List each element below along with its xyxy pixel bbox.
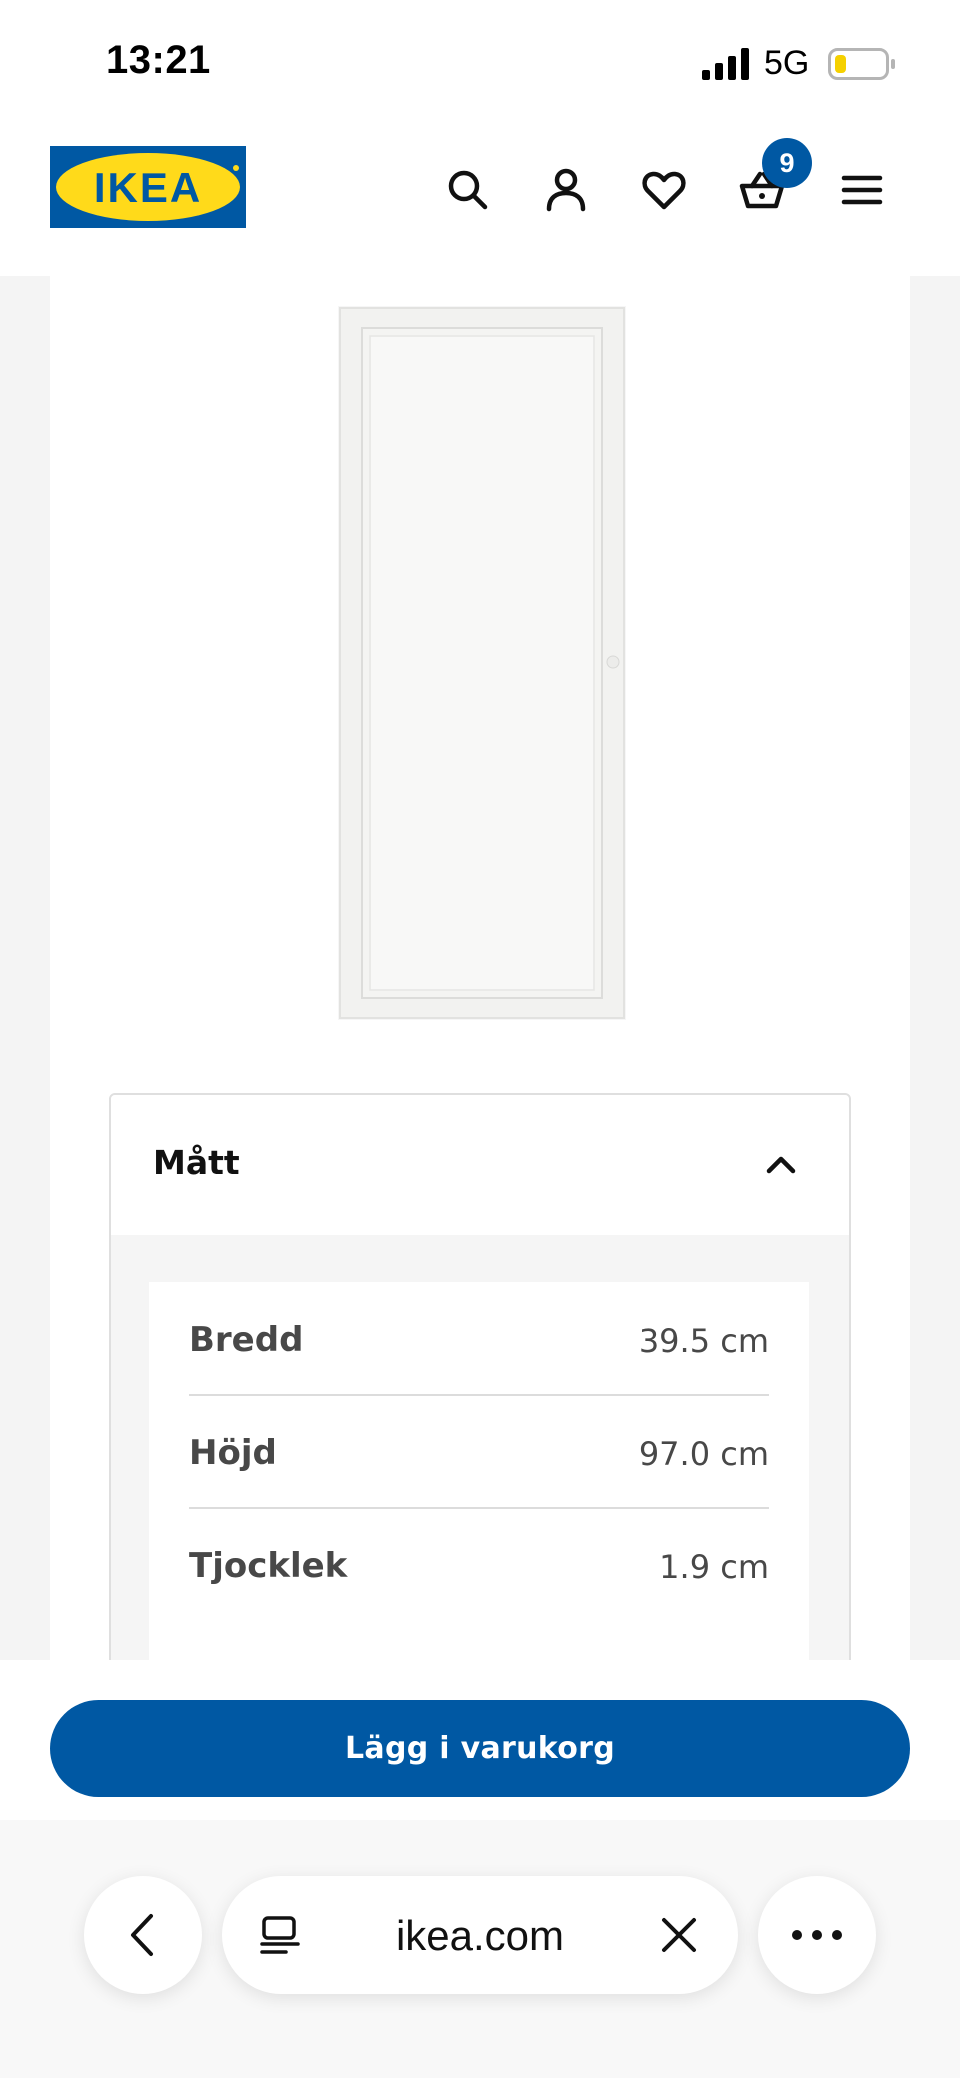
dimension-label: Bredd [189,1320,304,1360]
account-icon[interactable] [536,160,596,220]
door-panel-image [338,306,626,1020]
accordion-header[interactable]: Mått [111,1095,849,1235]
more-icon [792,1930,842,1940]
svg-text:IKEA: IKEA [94,164,202,211]
status-time: 13:21 [106,38,211,82]
back-chevron-icon [131,1914,153,1956]
back-button[interactable] [84,1876,202,1994]
dimension-label: Tjocklek [189,1546,348,1586]
dimension-label: Höjd [189,1433,277,1473]
address-bar[interactable]: ikea.com [222,1876,738,1994]
add-to-cart-button[interactable]: Lägg i varukorg [50,1700,910,1797]
dimension-value: 1.9 cm [659,1548,769,1586]
site-header: IKEA 9 [0,120,960,276]
dimension-row-width: Bredd 39.5 cm [189,1282,769,1395]
dimension-row-height: Höjd 97.0 cm [189,1395,769,1508]
dimension-row-thickness: Tjocklek 1.9 cm [189,1508,769,1621]
cart-count-badge: 9 [762,138,812,188]
signal-icon [702,48,749,80]
menu-icon[interactable] [832,160,892,220]
close-icon[interactable] [658,1914,700,1956]
more-button[interactable] [758,1876,876,1994]
search-icon[interactable] [438,160,498,220]
battery-icon [828,48,895,80]
dimensions-panel: Bredd 39.5 cm Höjd 97.0 cm Tjocklek 1.9 … [149,1282,809,1691]
chevron-up-icon[interactable] [761,1145,801,1185]
ikea-logo-graphic: IKEA [50,146,246,228]
ikea-logo[interactable]: IKEA [50,146,246,228]
network-label: 5G [764,44,810,82]
accordion-title: Mått [153,1143,240,1182]
heart-icon[interactable] [634,160,694,220]
dimensions-accordion: Mått Bredd 39.5 cm Höjd 97.0 cm Tjocklek… [109,1093,851,1693]
dimension-value: 97.0 cm [638,1435,769,1473]
dimension-value: 39.5 cm [638,1322,769,1360]
product-image[interactable] [338,306,626,1020]
status-bar: 13:21 5G [0,0,960,120]
